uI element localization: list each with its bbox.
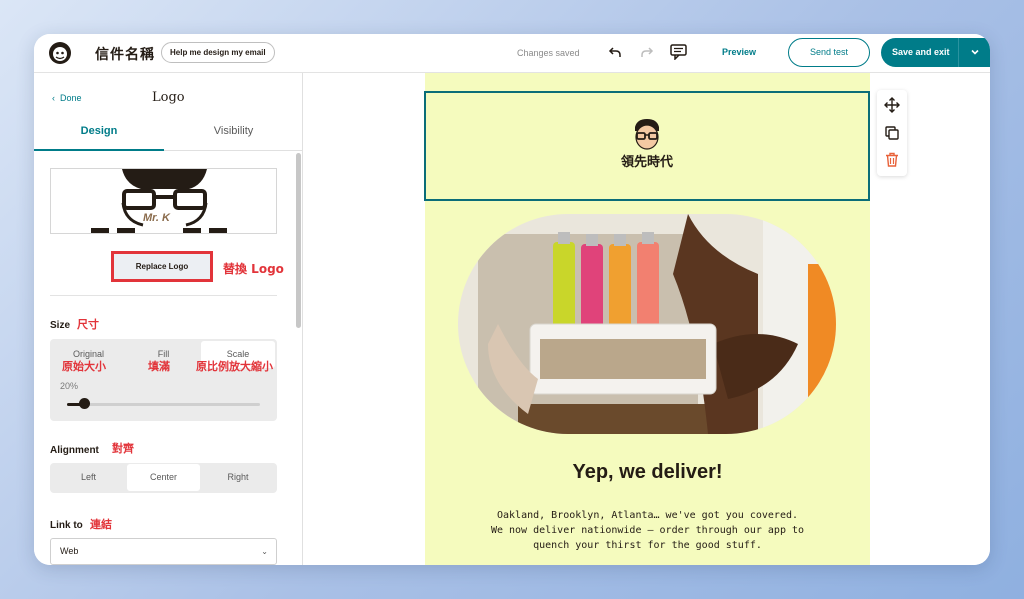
- preview-button[interactable]: Preview: [722, 47, 756, 57]
- replace-logo-button[interactable]: Replace Logo: [111, 251, 213, 282]
- chevron-left-icon: ‹: [52, 93, 55, 103]
- align-center[interactable]: Center: [127, 464, 200, 491]
- logo-image-preview[interactable]: Mr. K: [50, 168, 277, 234]
- done-back-link[interactable]: ‹ Done: [52, 93, 82, 103]
- email-logo-text: 領先時代: [620, 155, 673, 170]
- block-toolbar: [877, 90, 907, 176]
- help-design-button[interactable]: Help me design my email: [161, 42, 275, 63]
- send-test-button[interactable]: Send test: [788, 38, 870, 67]
- undo-icon[interactable]: [608, 45, 622, 59]
- replace-annotation: 替換 Logo: [223, 262, 284, 276]
- tab-design[interactable]: Design: [34, 125, 164, 151]
- link-type-value: Web: [60, 546, 79, 556]
- move-icon[interactable]: [884, 97, 900, 113]
- selected-logo-block[interactable]: 領先時代: [424, 91, 870, 201]
- top-bar: 信件名稱 Help me design my email Changes sav…: [34, 34, 990, 73]
- comment-icon[interactable]: [670, 44, 687, 60]
- alignment-label: Alignment: [50, 445, 99, 456]
- email-body-text[interactable]: Oakland, Brooklyn, Atlanta… we've got yo…: [425, 508, 870, 553]
- save-status: Changes saved: [517, 48, 580, 58]
- logo-settings-panel: ‹ Done Logo Design Visibility Mr. K Repl…: [34, 73, 303, 565]
- done-label: Done: [60, 93, 82, 103]
- size-label: Size: [50, 320, 71, 331]
- logo-preview-text: Mr. K: [143, 212, 170, 224]
- align-right[interactable]: Right: [201, 464, 275, 491]
- redo-icon[interactable]: [640, 45, 654, 59]
- align-center-label: Center: [149, 472, 177, 482]
- sidebar-scrollbar[interactable]: [296, 153, 301, 328]
- divider: [50, 295, 277, 296]
- size-scale-annotation: 原比例放大縮小: [196, 360, 273, 373]
- chevron-down-icon[interactable]: [958, 38, 990, 67]
- mailchimp-logo-icon[interactable]: [47, 40, 73, 66]
- size-fill-annotation: 填滿: [148, 360, 170, 373]
- duplicate-icon[interactable]: [885, 126, 899, 140]
- size-annotation: 尺寸: [77, 318, 99, 331]
- alignment-options: Left Center Right: [50, 463, 277, 493]
- tab-visibility[interactable]: Visibility: [164, 125, 302, 151]
- trash-icon[interactable]: [885, 152, 899, 167]
- link-type-select[interactable]: Web ⌄: [50, 538, 277, 565]
- link-annotation: 連結: [90, 518, 112, 531]
- body-line: We now deliver nationwide – order throug…: [490, 525, 805, 536]
- align-left-label: Left: [80, 472, 96, 482]
- link-label: Link to: [50, 520, 83, 531]
- hero-image[interactable]: [458, 214, 836, 434]
- scale-slider-track[interactable]: [67, 403, 260, 406]
- align-left[interactable]: Left: [52, 464, 125, 491]
- email-headline[interactable]: Yep, we deliver!: [425, 461, 870, 484]
- size-original-annotation: 原始大小: [62, 360, 106, 373]
- panel-title: Logo: [152, 90, 185, 105]
- tab-visibility-label: Visibility: [213, 125, 254, 137]
- body-line: Oakland, Brooklyn, Atlanta… we've got yo…: [496, 510, 799, 521]
- email-logo-face-icon: [635, 119, 659, 150]
- align-right-label: Right: [227, 472, 249, 482]
- app-window: 信件名稱 Help me design my email Changes sav…: [34, 34, 990, 565]
- scale-percent: 20%: [60, 381, 79, 391]
- alignment-annotation: 對齊: [112, 442, 134, 455]
- chevron-down-icon: ⌄: [261, 547, 268, 556]
- email-title[interactable]: 信件名稱: [95, 44, 155, 64]
- email-canvas: 領先時代 Yep, we deliver! Oakland, Brooklyn,…: [304, 73, 990, 565]
- body-line: quench your thirst for the good stuff.: [533, 540, 762, 551]
- logo-face-image: [91, 169, 227, 233]
- tab-design-label: Design: [80, 125, 118, 137]
